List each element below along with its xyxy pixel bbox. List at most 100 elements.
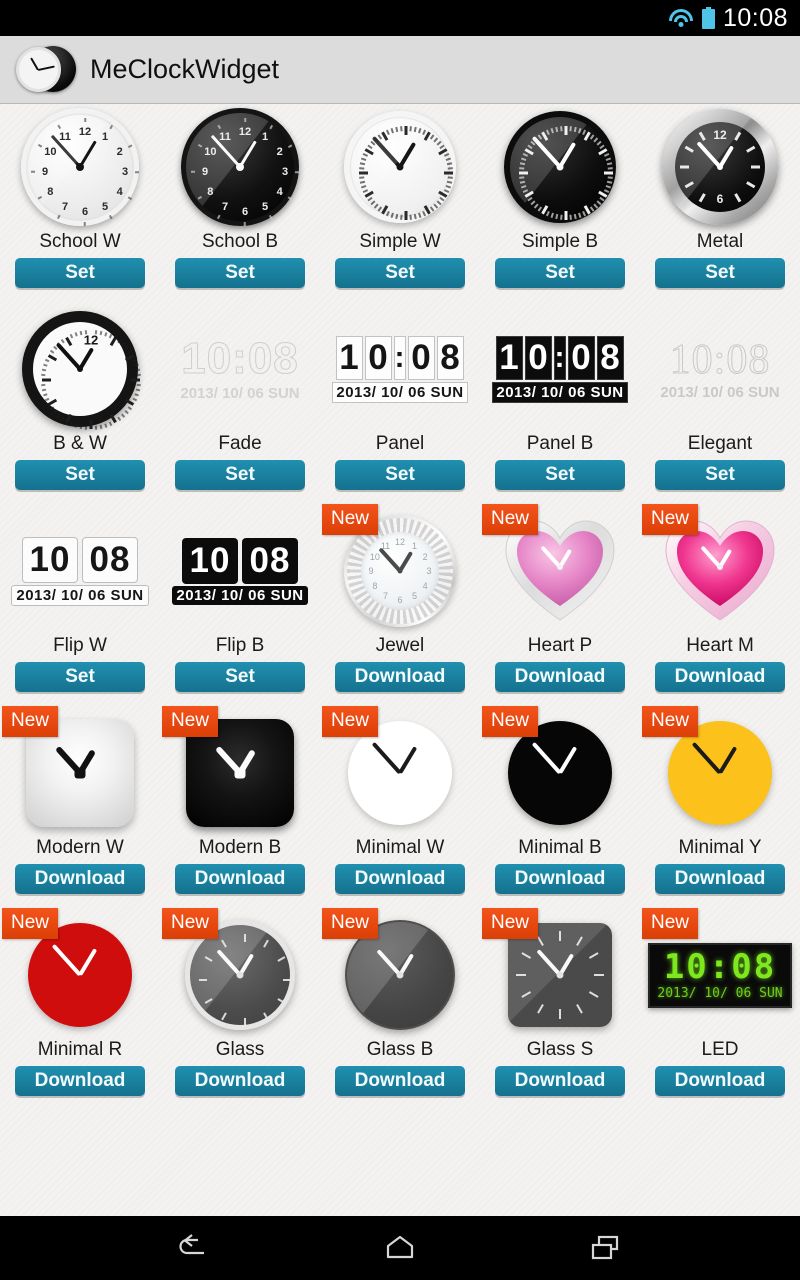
- widget-cell-simple-w[interactable]: Simple W Set: [320, 104, 480, 306]
- widget-thumbnail[interactable]: 1 0 : 0 8 2013/ 10/ 06 SUN: [480, 306, 640, 432]
- widget-thumbnail[interactable]: 1 0 : 0 8 2013/ 10/ 06 SUN: [320, 306, 480, 432]
- clock-tick-minor: [519, 162, 526, 166]
- clock-tick-minor: [69, 421, 74, 427]
- set-button[interactable]: Set: [175, 258, 305, 288]
- download-button[interactable]: Download: [655, 662, 785, 692]
- clock-numeral: 12: [713, 128, 727, 142]
- widget-cell-panel-b[interactable]: 1 0 : 0 8 2013/ 10/ 06 SUN Panel B Set: [480, 306, 640, 508]
- download-button[interactable]: Download: [495, 662, 625, 692]
- widget-cell-minimal-y[interactable]: New Minimal Y Download: [640, 706, 800, 912]
- widget-cell-modern-w[interactable]: New Modern W Download: [0, 706, 160, 912]
- set-button[interactable]: Set: [495, 460, 625, 490]
- widget-thumbnail[interactable]: [480, 104, 640, 230]
- analog-clock-school-b: 1 2 3 4 5 6 7 8 9 10 11 12: [181, 108, 299, 226]
- widget-thumbnail[interactable]: New: [0, 706, 160, 836]
- widget-label: Fade: [218, 433, 262, 454]
- download-button[interactable]: Download: [175, 1066, 305, 1096]
- widget-cell-minimal-b[interactable]: New Minimal B Download: [480, 706, 640, 912]
- widget-thumbnail[interactable]: 12: [0, 306, 160, 432]
- widget-cell-elegant[interactable]: 10:08 2013/ 10/ 06 SUN Elegant Set: [640, 306, 800, 508]
- widget-thumbnail[interactable]: New: [480, 504, 640, 634]
- widget-thumbnail[interactable]: New: [320, 706, 480, 836]
- set-button[interactable]: Set: [655, 460, 785, 490]
- recents-icon[interactable]: [578, 1226, 634, 1270]
- download-button[interactable]: Download: [495, 1066, 625, 1096]
- download-button[interactable]: Download: [15, 1066, 145, 1096]
- widget-thumbnail[interactable]: New 10:08 2013/ 10/ 06 SUN: [640, 908, 800, 1038]
- widget-thumbnail[interactable]: New: [160, 706, 320, 836]
- download-button[interactable]: Download: [655, 864, 785, 894]
- clock-tick-minor: [395, 213, 399, 220]
- download-button[interactable]: Download: [335, 662, 465, 692]
- set-button[interactable]: Set: [15, 662, 145, 692]
- widget-cell-school-w[interactable]: 1 2 3 4 5 6 7 8 9 10 11 12 School W Set: [0, 104, 160, 306]
- grid-row: New Minimal R Download New Glass Downloa…: [0, 908, 800, 1114]
- widget-thumbnail[interactable]: 1 2 3 4 5 6 7 8 9 10 11 12: [160, 104, 320, 230]
- set-button[interactable]: Set: [655, 258, 785, 288]
- widget-cell-minimal-w[interactable]: New Minimal W Download: [320, 706, 480, 912]
- widget-cell-glass-s[interactable]: New Glass S Download: [480, 908, 640, 1114]
- widget-thumbnail[interactable]: New: [0, 908, 160, 1038]
- widget-cell-glass[interactable]: New Glass Download: [160, 908, 320, 1114]
- widget-label: Panel B: [526, 433, 594, 454]
- widget-cell-led[interactable]: New 10:08 2013/ 10/ 06 SUN LED Download: [640, 908, 800, 1114]
- clock-tick: [197, 144, 203, 148]
- download-button[interactable]: Download: [15, 864, 145, 894]
- back-icon[interactable]: [166, 1226, 222, 1270]
- widget-cell-simple-b[interactable]: Simple B Set: [480, 104, 640, 306]
- widget-grid: 1 2 3 4 5 6 7 8 9 10 11 12 School W Set 1 2 3 4 5 6 7 8 9 10…: [0, 104, 800, 1216]
- widget-thumbnail[interactable]: New: [640, 706, 800, 836]
- download-button[interactable]: Download: [655, 1066, 785, 1096]
- widget-cell-heart-m[interactable]: New Heart M Download: [640, 504, 800, 710]
- clock-tick-minor: [135, 368, 141, 372]
- download-button[interactable]: Download: [335, 864, 465, 894]
- set-button[interactable]: Set: [335, 258, 465, 288]
- clock-numeral: 1: [101, 131, 109, 144]
- set-button[interactable]: Set: [175, 460, 305, 490]
- set-button[interactable]: Set: [335, 460, 465, 490]
- set-button[interactable]: Set: [15, 460, 145, 490]
- widget-cell-flip-w[interactable]: 10 08 2013/ 10/ 06 SUN Flip W Set: [0, 508, 160, 710]
- widget-thumbnail[interactable]: 10 08 2013/ 10/ 06 SUN: [160, 508, 320, 634]
- download-button[interactable]: Download: [175, 864, 305, 894]
- widget-thumbnail[interactable]: New: [160, 908, 320, 1038]
- clock-tick-minor: [429, 206, 435, 212]
- clock-tick: [31, 171, 35, 173]
- home-icon[interactable]: [372, 1226, 428, 1270]
- widget-cell-flip-b[interactable]: 10 08 2013/ 10/ 06 SUN Flip B Set: [160, 508, 320, 710]
- widget-thumbnail[interactable]: New: [480, 908, 640, 1038]
- widget-thumbnail[interactable]: New: [320, 908, 480, 1038]
- set-button[interactable]: Set: [15, 258, 145, 288]
- download-button[interactable]: Download: [495, 864, 625, 894]
- widget-thumbnail[interactable]: 12 6: [640, 104, 800, 230]
- set-button[interactable]: Set: [495, 258, 625, 288]
- widget-cell-metal[interactable]: 12 6 Metal Set: [640, 104, 800, 306]
- clock-tick-minor: [443, 152, 450, 157]
- widget-cell-bw[interactable]: 12 B & W Set: [0, 306, 160, 508]
- widget-cell-modern-b[interactable]: New Modern B Download: [160, 706, 320, 912]
- widget-thumbnail[interactable]: 10:08 2013/ 10/ 06 SUN: [640, 306, 800, 432]
- widget-thumbnail[interactable]: New: [640, 504, 800, 634]
- status-bar-clock: 10:08: [722, 3, 788, 32]
- widget-cell-glass-b[interactable]: New Glass B Download: [320, 908, 480, 1114]
- widget-cell-panel[interactable]: 1 0 : 0 8 2013/ 10/ 06 SUN Panel Set: [320, 306, 480, 508]
- widget-thumbnail[interactable]: [320, 104, 480, 230]
- widget-cell-minimal-r[interactable]: New Minimal R Download: [0, 908, 160, 1114]
- clock-numeral: 2: [116, 146, 123, 158]
- clock-tick-minor: [593, 203, 599, 209]
- widget-thumbnail[interactable]: New 1 2 3 4 5 6 7 8 9 10 11 12: [320, 504, 480, 634]
- widget-cell-heart-p[interactable]: New Heart P Download: [480, 504, 640, 710]
- widget-thumbnail[interactable]: 1 2 3 4 5 6 7 8 9 10 11 12: [0, 104, 160, 230]
- widget-cell-fade[interactable]: 10:08 2013/ 10/ 06 SUN Fade Set: [160, 306, 320, 508]
- set-button[interactable]: Set: [175, 662, 305, 692]
- analog-clock-metal: 12 6: [662, 109, 778, 225]
- clock-numeral: 10: [204, 146, 217, 158]
- widget-cell-jewel[interactable]: New 1 2 3 4 5 6 7 8 9 10 11 12 Jewel Download: [320, 504, 480, 710]
- widget-thumbnail[interactable]: 10:08 2013/ 10/ 06 SUN: [160, 306, 320, 432]
- download-button[interactable]: Download: [335, 1066, 465, 1096]
- clock-date: 2013/ 10/ 06 SUN: [172, 585, 308, 605]
- widget-thumbnail[interactable]: 10 08 2013/ 10/ 06 SUN: [0, 508, 160, 634]
- clock-time: 10:08: [663, 946, 777, 987]
- widget-cell-school-b[interactable]: 1 2 3 4 5 6 7 8 9 10 11 12 School B Set: [160, 104, 320, 306]
- widget-thumbnail[interactable]: New: [480, 706, 640, 836]
